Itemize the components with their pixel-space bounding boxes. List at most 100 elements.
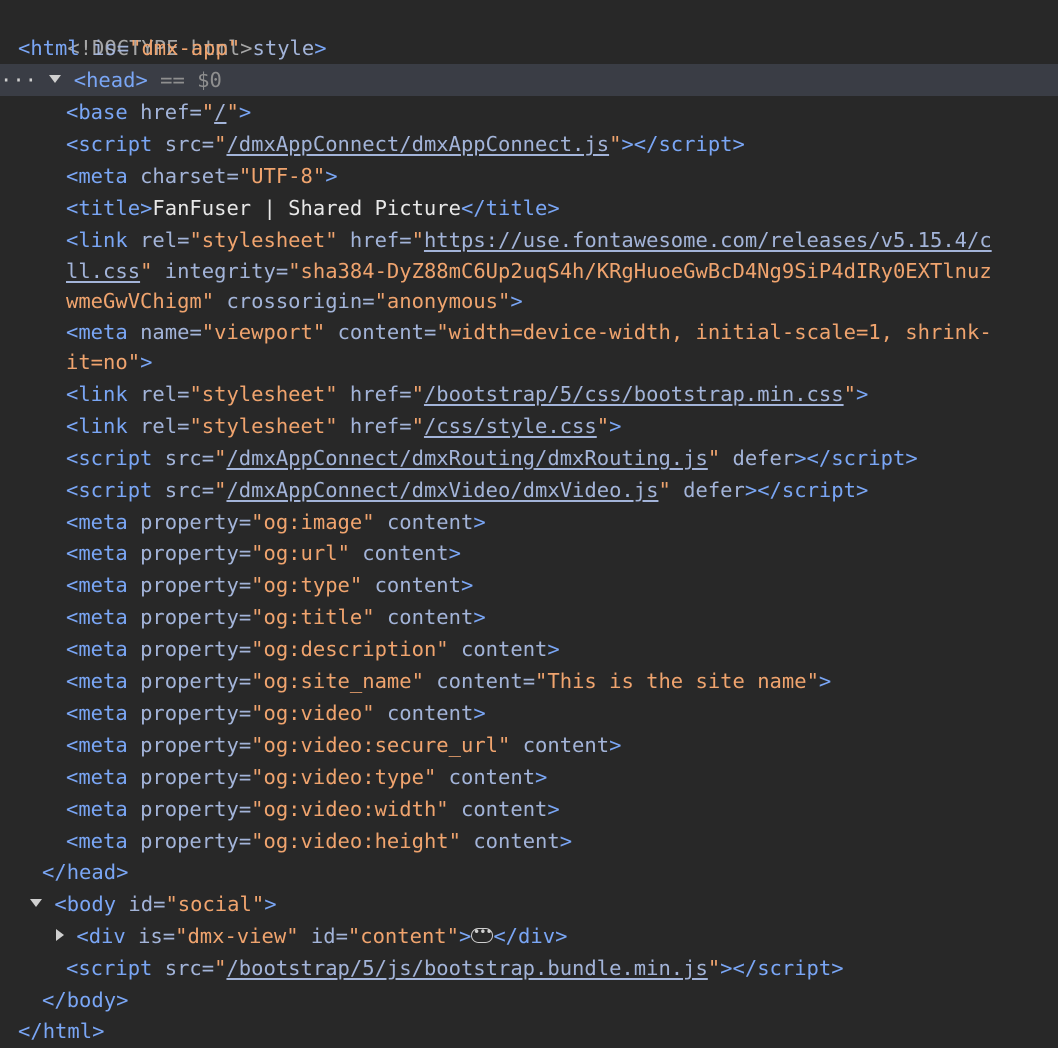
tag-name: script (658, 132, 733, 156)
dom-node-html[interactable]: <html is="dmx-app" style> (0, 32, 1058, 64)
attr-name: property (140, 829, 239, 853)
src-link[interactable]: /dmxAppConnect/dmxVideo/dmxVideo.js (226, 478, 658, 502)
attr-name: href (349, 382, 400, 406)
more-options-icon[interactable]: ··· (0, 68, 49, 92)
dom-node-head-selected[interactable]: ··· <head> == $0 (0, 64, 1058, 96)
dom-node-meta-og-video-height[interactable]: <meta property="og:video:height" content… (0, 825, 1058, 857)
dom-node-script-video[interactable]: <script src="/dmxAppConnect/dmxVideo/dmx… (0, 474, 1058, 506)
tag-name: html (42, 1019, 93, 1043)
ellipsis-icon[interactable]: ••• (471, 926, 494, 943)
attr-name: style (252, 36, 315, 60)
attr-value: og:type (263, 573, 350, 597)
tag-name: meta (78, 701, 128, 725)
tag-name: script (757, 956, 832, 980)
attr-value: social (177, 892, 252, 916)
tag-name: script (78, 478, 153, 502)
attr-value: og:video:secure_url (263, 733, 499, 757)
tag-name: meta (78, 541, 128, 565)
dom-node-body[interactable]: <body id="social"> (0, 888, 1058, 920)
attr-value: dmx-view (187, 924, 287, 948)
href-link[interactable]: ll.css (66, 259, 140, 283)
attr-name: rel (140, 414, 178, 438)
attr-name: property (140, 733, 239, 757)
attr-name: is (92, 36, 117, 60)
attr-name: property (140, 573, 239, 597)
dom-node-script-bootstrap[interactable]: <script src="/bootstrap/5/js/bootstrap.b… (0, 952, 1058, 984)
attr-name: id (310, 924, 336, 948)
attr-name: rel (140, 382, 178, 406)
href-link[interactable]: /bootstrap/5/css/bootstrap.min.css (424, 382, 844, 406)
src-link[interactable]: /dmxAppConnect/dmxAppConnect.js (226, 132, 609, 156)
attr-name: content (460, 637, 548, 661)
dom-node-title[interactable]: <title>FanFuser | Shared Picture</title> (0, 192, 1058, 224)
attr-name: crossorigin (226, 289, 363, 313)
attr-name: defer (683, 478, 745, 502)
dom-node-meta-og-video-secure[interactable]: <meta property="og:video:secure_url" con… (0, 729, 1058, 761)
dom-node-meta-og-title[interactable]: <meta property="og:title" content> (0, 601, 1058, 633)
tag-name: meta (78, 829, 128, 853)
dom-node-meta-viewport[interactable]: <meta name="viewport" content="width=dev… (0, 316, 1058, 348)
attr-name: property (140, 637, 239, 661)
attr-name: content (436, 669, 523, 693)
dom-node-meta-charset[interactable]: <meta charset="UTF-8"> (0, 160, 1058, 192)
attr-name: property (140, 669, 239, 693)
attr-name: src (164, 478, 202, 502)
dom-node-head-close[interactable]: </head> (0, 856, 1058, 888)
attr-name: defer (732, 446, 795, 470)
dom-node-link-fontawesome-cont2: wmeGwVChigm" crossorigin="anonymous"> (66, 289, 523, 313)
attr-name: id (128, 892, 154, 916)
dom-node-doctype[interactable]: <!DOCTYPE html> (0, 0, 1058, 60)
dom-node-html-close[interactable]: </html> (0, 1015, 1058, 1047)
dom-node-meta-og-video-width[interactable]: <meta property="og:video:width" content> (0, 793, 1058, 825)
tag-name: meta (78, 637, 128, 661)
title-text: FanFuser | Shared Picture (152, 196, 461, 220)
dom-node-meta-og-type[interactable]: <meta property="og:type" content> (0, 569, 1058, 601)
dom-node-link-style[interactable]: <link rel="stylesheet" href="/css/style.… (0, 410, 1058, 442)
href-link[interactable]: / (214, 100, 226, 124)
tag-name: meta (78, 320, 128, 344)
tag-name: meta (78, 605, 128, 629)
attr-name: src (164, 446, 202, 470)
collapse-triangle-icon[interactable] (49, 75, 62, 83)
tag-name: link (78, 414, 128, 438)
dom-node-meta-og-url[interactable]: <meta property="og:url" content> (0, 537, 1058, 569)
dom-node-meta-og-video-type[interactable]: <meta property="og:video:type" content> (0, 761, 1058, 793)
attr-name: src (164, 956, 202, 980)
dom-node-body-close[interactable]: </body> (0, 984, 1058, 1016)
dom-node-meta-og-site-name[interactable]: <meta property="og:site_name" content="T… (0, 665, 1058, 697)
tag-name: script (78, 132, 153, 156)
tag-name: html (30, 36, 80, 60)
href-link[interactable]: /css/style.css (424, 414, 597, 438)
dom-node-meta-viewport-cont: it=no"> (66, 350, 153, 374)
src-link[interactable]: /bootstrap/5/js/bootstrap.bundle.min.js (226, 956, 707, 980)
dom-node-link-fontawesome[interactable]: <link rel="stylesheet" href="https://use… (0, 224, 1058, 256)
attr-name: property (140, 701, 239, 725)
tag-name: title (78, 196, 141, 220)
attr-value: og:video:type (263, 765, 424, 789)
href-link[interactable]: https://use.fontawesome.com/releases/v5.… (424, 228, 992, 252)
dom-node-link-bootstrap[interactable]: <link rel="stylesheet" href="/bootstrap/… (0, 378, 1058, 410)
dom-node-meta-og-image[interactable]: <meta property="og:image" content> (0, 506, 1058, 538)
attr-value: og:video (263, 701, 363, 725)
attr-value: width=device-width, initial-scale=1, shr… (448, 320, 992, 344)
collapse-triangle-icon[interactable] (30, 899, 42, 907)
attr-value: stylesheet (201, 382, 326, 406)
attr-name: property (140, 541, 239, 565)
dom-node-script[interactable]: <script src="/dmxAppConnect/dmxAppConnec… (0, 128, 1058, 160)
dom-node-meta-og-description[interactable]: <meta property="og:description" content> (0, 633, 1058, 665)
dom-node-div-content[interactable]: <div is="dmx-view" id="content"> •••</div… (0, 920, 1058, 952)
attr-value: og:video:width (263, 797, 437, 821)
dom-node-base[interactable]: <base href="/"> (0, 96, 1058, 128)
dom-node-script-routing[interactable]: <script src="/dmxAppConnect/dmxRouting/d… (0, 442, 1058, 474)
dom-node-meta-og-video[interactable]: <meta property="og:video" content> (0, 697, 1058, 729)
attr-name: href (349, 414, 400, 438)
attr-name: href (140, 100, 190, 124)
attr-value: stylesheet (201, 228, 326, 252)
attr-value: anonymous (386, 289, 498, 313)
attr-name: content (460, 797, 548, 821)
src-link[interactable]: /dmxAppConnect/dmxRouting/dmxRouting.js (226, 446, 707, 470)
attr-name: content (337, 320, 424, 344)
expand-triangle-icon[interactable] (56, 929, 64, 941)
attr-value: viewport (214, 320, 313, 344)
attr-name: content (386, 605, 474, 629)
